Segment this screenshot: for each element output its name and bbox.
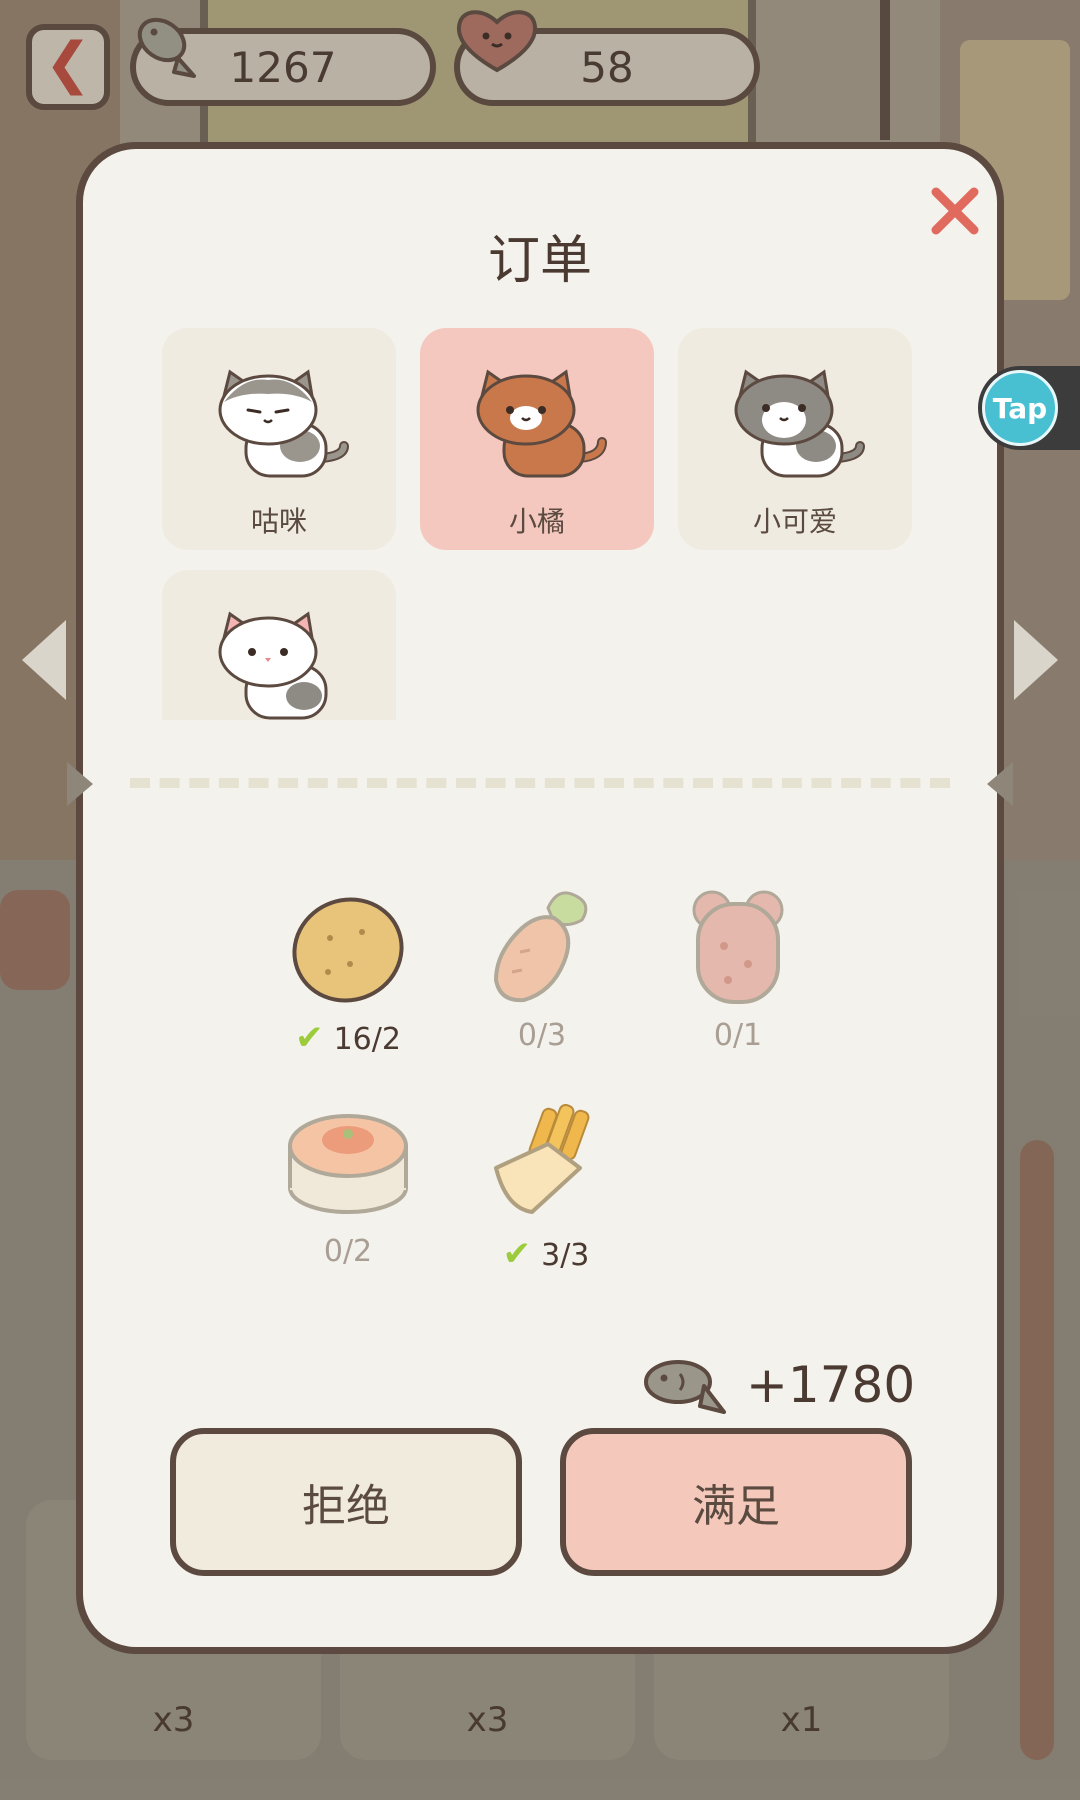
fulfill-button[interactable]: 满足	[560, 1428, 912, 1576]
cat-name-label: 小可爱	[752, 505, 837, 538]
order-title: 订单	[487, 231, 592, 291]
fulfill-label: 满足	[692, 1481, 780, 1532]
order-item: ✔ 16/2	[278, 888, 418, 1058]
order-item: 0/2	[278, 1104, 418, 1269]
tabby-cat-icon	[734, 369, 865, 478]
cat-name-label: 咕咪	[250, 505, 307, 538]
gray-white-cat-icon	[218, 369, 349, 478]
cat-card-gumi[interactable]: 咕咪	[162, 328, 396, 550]
close-icon	[931, 187, 979, 235]
fries-icon	[494, 1103, 590, 1214]
floating-tap-button[interactable]: Tap	[978, 366, 1080, 450]
check-icon: ✔	[295, 1018, 324, 1058]
close-button[interactable]	[922, 178, 988, 244]
item-progress: 0/1	[713, 1018, 763, 1053]
white-cat-icon	[218, 611, 328, 720]
cat-card-white[interactable]	[162, 570, 396, 720]
fish-reward-icon	[644, 1360, 726, 1414]
reject-label: 拒绝	[302, 1481, 390, 1532]
cat-card-xiaoju[interactable]: 小橘	[420, 328, 654, 550]
tap-label: Tap	[982, 370, 1058, 446]
shrimp-dumpling-icon	[288, 1114, 408, 1214]
potato-icon	[292, 897, 404, 1003]
bear-gummy-icon	[692, 890, 784, 1004]
item-progress: ✔ 16/2	[295, 1018, 401, 1058]
reject-button[interactable]: 拒绝	[170, 1428, 522, 1576]
order-reward: +1780	[640, 1350, 915, 1420]
cat-card-xiaokeai[interactable]: 小可爱	[678, 328, 912, 550]
cat-name-label: 小橘	[508, 505, 565, 538]
ticket-notch-left	[67, 762, 93, 806]
order-item: ✔ 3/3	[476, 1103, 616, 1274]
order-item: 0/3	[472, 888, 612, 1053]
ticket-notch-right	[987, 762, 1013, 806]
item-progress: 0/2	[323, 1234, 373, 1269]
order-item: 0/1	[668, 888, 808, 1053]
item-progress: ✔ 3/3	[502, 1234, 590, 1274]
reward-amount: +1780	[746, 1356, 916, 1414]
carrot-icon	[493, 891, 588, 1003]
item-progress: 0/3	[517, 1018, 567, 1053]
check-icon: ✔	[502, 1234, 532, 1274]
ticket-divider	[130, 778, 950, 788]
orange-cat-icon	[476, 369, 607, 478]
